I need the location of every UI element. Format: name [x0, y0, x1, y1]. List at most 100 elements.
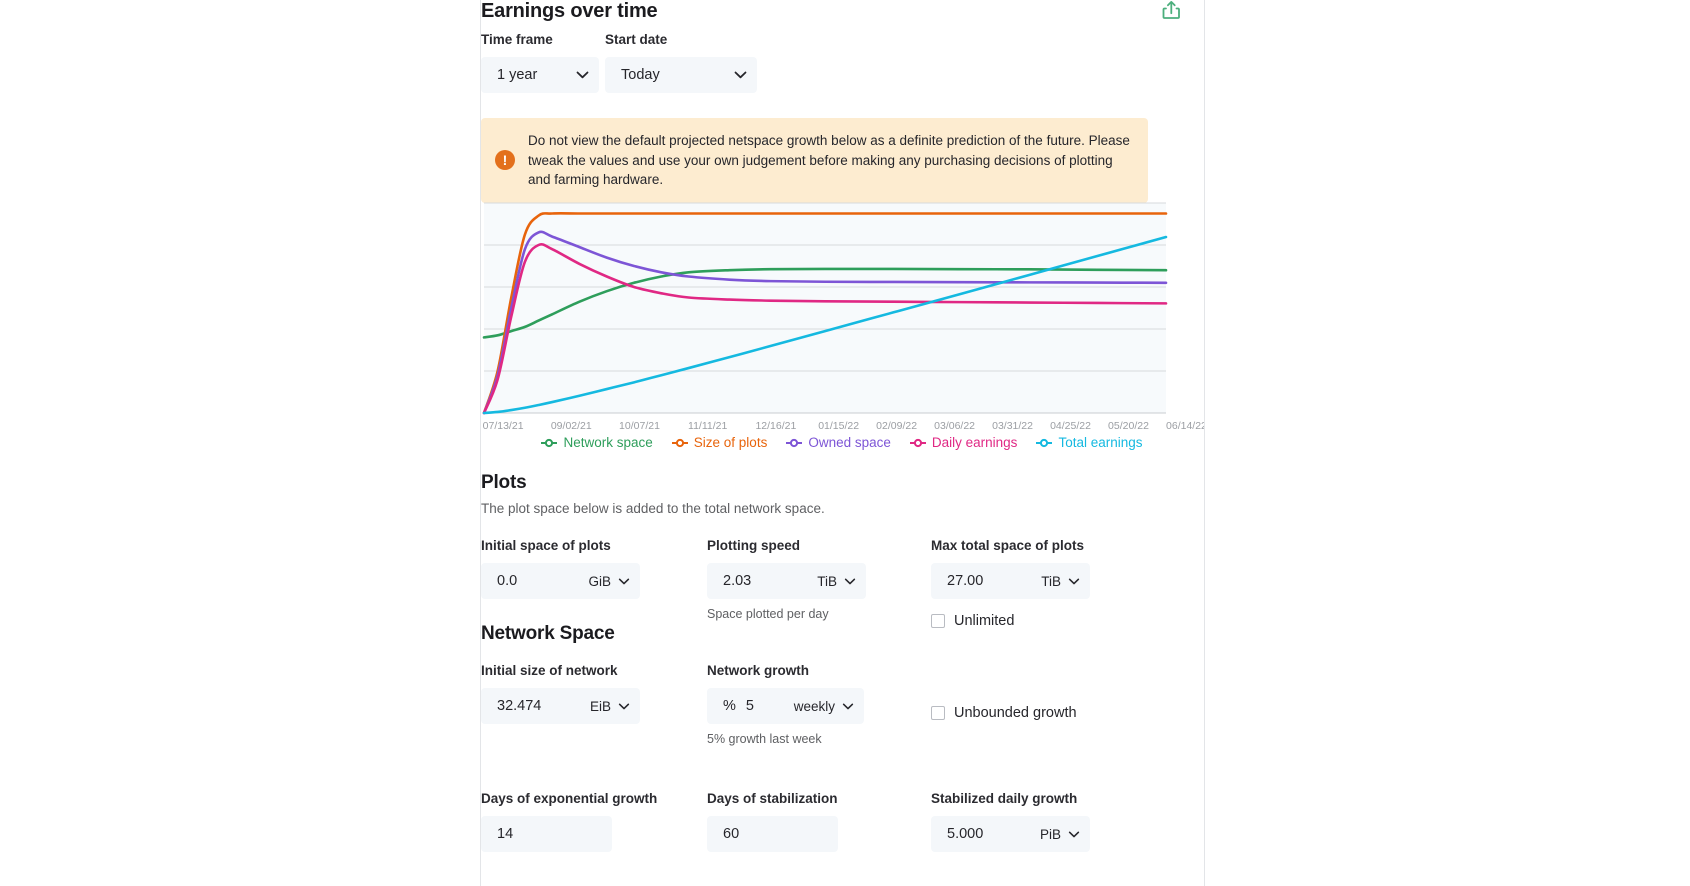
chevron-down-icon[interactable]: [1068, 831, 1080, 838]
plotting-speed-input[interactable]: 2.03 TiB: [707, 563, 866, 599]
share-export-icon[interactable]: [1158, 0, 1184, 23]
initial-size-of-network-value: 32.474: [497, 698, 542, 714]
initial-space-of-plots-group: Initial space of plots 0.0 GiB: [481, 538, 640, 599]
legend-marker-icon: [541, 438, 558, 447]
legend-marker-icon: [786, 438, 803, 447]
chart-x-tick-label: 04/25/22: [1050, 420, 1091, 432]
time-frame-label: Time frame: [481, 32, 553, 47]
warning-banner: ! Do not view the default projected nets…: [481, 118, 1148, 203]
initial-size-of-network-label: Initial size of network: [481, 663, 618, 678]
legend-marker-icon: [1036, 438, 1053, 447]
stabilized-daily-growth-input[interactable]: 5.000 PiB: [931, 816, 1090, 852]
network-growth-helper: 5% growth last week: [707, 732, 822, 746]
plotting-speed-unit: TiB: [817, 573, 837, 589]
chevron-down-icon[interactable]: [618, 703, 630, 710]
initial-size-of-network-input[interactable]: 32.474 EiB: [481, 688, 640, 724]
max-total-space-group: Max total space of plots 27.00 TiB Unlim…: [931, 538, 1090, 629]
legend-label: Owned space: [808, 435, 891, 450]
legend-item-owned-space[interactable]: Owned space: [785, 435, 891, 450]
chart-canvas[interactable]: 07/13/21 09/02/21 10/07/21 11/11/21 12/16/21…: [479, 195, 1204, 435]
chart-x-tick-label: 02/09/22: [876, 420, 917, 432]
time-frame-group: Time frame 1 year: [481, 32, 599, 93]
unbounded-growth-label: Unbounded growth: [954, 705, 1077, 721]
start-date-value: Today: [621, 67, 660, 83]
stabilized-daily-growth-label: Stabilized daily growth: [931, 791, 1078, 806]
warning-text: Do not view the default projected netspa…: [528, 133, 1130, 187]
chart-x-tick-label: 09/02/21: [551, 420, 592, 432]
initial-space-of-plots-unit: GiB: [588, 573, 611, 589]
plotting-speed-group: Plotting speed 2.03 TiB Space plotted pe…: [707, 538, 866, 621]
days-stabilization-label: Days of stabilization: [707, 791, 838, 806]
legend-item-total-earnings[interactable]: Total earnings: [1035, 435, 1143, 450]
earnings-panel: Earnings over time Time frame 1 year Sta…: [481, 0, 1204, 886]
plotting-speed-helper: Space plotted per day: [707, 607, 829, 621]
warning-icon: !: [495, 150, 515, 171]
chart-x-tick-label: 12/16/21: [755, 420, 796, 432]
legend-marker-icon: [671, 438, 688, 447]
chevron-down-icon[interactable]: [842, 703, 854, 710]
network-space-section: Network Space Initial size of network 32…: [481, 623, 1204, 871]
unbounded-growth-group: Unbounded growth: [931, 705, 1077, 721]
plotting-speed-value: 2.03: [723, 573, 752, 589]
initial-space-of-plots-input[interactable]: 0.0 GiB: [481, 563, 640, 599]
network-growth-input[interactable]: % 5 weekly: [707, 688, 864, 724]
legend-item-daily-earnings[interactable]: Daily earnings: [909, 435, 1018, 450]
chart-x-tick-label: 06/14/22: [1166, 420, 1204, 432]
unbounded-growth-checkbox-row[interactable]: Unbounded growth: [931, 705, 1077, 721]
max-total-space-label: Max total space of plots: [931, 538, 1085, 553]
earnings-chart: 07/13/21 09/02/21 10/07/21 11/11/21 12/16/21…: [479, 195, 1204, 460]
days-exponential-growth-label: Days of exponential growth: [481, 791, 658, 806]
initial-space-of-plots-value: 0.0: [497, 573, 518, 589]
days-exponential-growth-group: Days of exponential growth 14: [481, 791, 657, 852]
stabilized-daily-growth-value: 5.000: [947, 826, 984, 842]
network-growth-group: Network growth % 5 weekly 5% growth last…: [707, 663, 864, 746]
legend-label: Network space: [563, 435, 653, 450]
chevron-down-icon: [576, 71, 589, 79]
network-growth-period: weekly: [793, 698, 835, 714]
network-growth-label: Network growth: [707, 663, 810, 678]
unbounded-growth-checkbox[interactable]: [931, 706, 945, 720]
chart-plot-area: [484, 203, 1166, 413]
plots-subtitle: The plot space below is added to the tot…: [481, 501, 825, 516]
page-title: Earnings over time: [481, 0, 658, 22]
panel-header: Earnings over time: [481, 0, 1204, 34]
network-growth-value: 5: [745, 698, 754, 714]
start-date-label: Start date: [605, 32, 668, 47]
legend-label: Size of plots: [693, 435, 768, 450]
chart-x-tick-label: 03/06/22: [934, 420, 975, 432]
time-frame-select[interactable]: 1 year: [481, 57, 599, 93]
stabilized-daily-growth-unit: PiB: [1039, 826, 1061, 842]
chart-legend: Network space Size of plots Owned space Dai…: [479, 435, 1204, 450]
max-total-space-unit: TiB: [1041, 573, 1061, 589]
legend-item-network-space[interactable]: Network space: [540, 435, 653, 450]
chevron-down-icon[interactable]: [618, 578, 630, 585]
plotting-speed-label: Plotting speed: [707, 538, 801, 553]
chart-x-tick-label: 01/15/22: [818, 420, 859, 432]
max-total-space-value: 27.00: [947, 573, 984, 589]
legend-label: Daily earnings: [931, 435, 1018, 450]
chevron-down-icon[interactable]: [1068, 578, 1080, 585]
network-space-title: Network Space: [481, 623, 615, 644]
initial-size-of-network-group: Initial size of network 32.474 EiB: [481, 663, 640, 724]
time-frame-value: 1 year: [497, 67, 538, 83]
chart-x-tick-label: 11/11/21: [688, 420, 727, 432]
days-stabilization-value: 60: [723, 826, 740, 842]
days-exponential-growth-input[interactable]: 14: [481, 816, 612, 852]
network-growth-prefix: %: [723, 698, 736, 714]
days-stabilization-input[interactable]: 60: [707, 816, 838, 852]
legend-marker-icon: [909, 438, 926, 447]
initial-space-of-plots-label: Initial space of plots: [481, 538, 611, 553]
legend-item-size-of-plots[interactable]: Size of plots: [671, 435, 768, 450]
legend-label: Total earnings: [1058, 435, 1143, 450]
chevron-down-icon[interactable]: [844, 578, 856, 585]
start-date-select[interactable]: Today: [605, 57, 757, 93]
chart-x-tick-label: 03/31/22: [992, 420, 1033, 432]
page-root: Earnings over time Time frame 1 year Sta…: [0, 0, 1690, 886]
start-date-group: Start date Today: [605, 32, 757, 93]
chevron-down-icon: [734, 71, 747, 79]
initial-size-of-network-unit: EiB: [589, 698, 611, 714]
max-total-space-input[interactable]: 27.00 TiB: [931, 563, 1090, 599]
chart-x-tick-label: 05/20/22: [1108, 420, 1149, 432]
right-divider: [1204, 0, 1205, 886]
stabilized-daily-growth-group: Stabilized daily growth 5.000 PiB: [931, 791, 1090, 852]
